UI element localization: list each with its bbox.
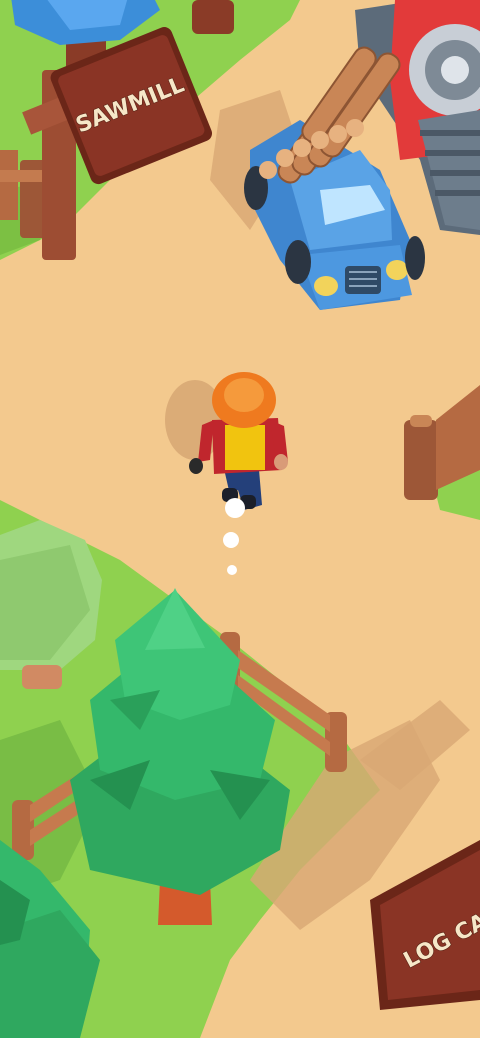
- stump-top: [192, 0, 234, 34]
- game-scene[interactable]: SAWMILL LOG CA: [0, 0, 480, 1038]
